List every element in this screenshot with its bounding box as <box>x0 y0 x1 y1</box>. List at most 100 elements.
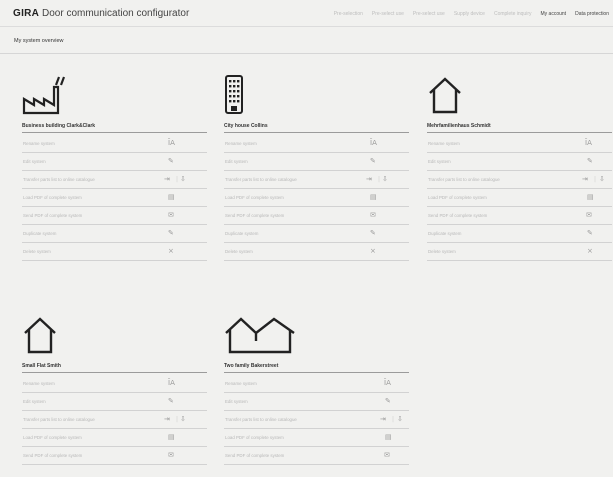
nav-item-pre-select-use-1[interactable]: Pre-select use <box>372 11 404 17</box>
edit-icon[interactable]: ✎ <box>587 157 593 165</box>
rename-system-row[interactable]: Rename system ĪA <box>224 375 409 393</box>
send-pdf-row[interactable]: Send PDF of complete system ✉ <box>22 447 207 465</box>
transfer-parts-row[interactable]: Transfer parts list to online catalogue ⇥… <box>22 411 207 429</box>
send-pdf-row[interactable]: Send PDF of complete system ✉ <box>224 207 409 225</box>
load-pdf-row[interactable]: Load PDF of complete system ▤ <box>224 189 409 207</box>
transfer-icon[interactable]: ⇥ <box>380 415 386 423</box>
action-label: Load PDF of complete system <box>225 195 284 200</box>
action-label: Send PDF of complete system <box>23 213 83 218</box>
action-label: Load PDF of complete system <box>428 195 487 200</box>
transfer-icon[interactable]: ⇥ <box>164 175 170 183</box>
delete-icon[interactable]: × <box>587 247 593 255</box>
nav-item-pre-select-use-2[interactable]: Pre-select use <box>413 11 445 17</box>
edit-icon[interactable]: ✎ <box>370 157 376 165</box>
rename-system-row[interactable]: Rename system ĪA <box>22 375 207 393</box>
action-label: Rename system <box>428 141 460 146</box>
delete-icon[interactable]: × <box>370 247 376 255</box>
delete-system-row[interactable]: Delete system × <box>22 243 207 261</box>
send-pdf-row[interactable]: Send PDF of complete system ✉ <box>427 207 612 225</box>
action-label: Send PDF of complete system <box>428 213 488 218</box>
pdf-icon[interactable]: ▤ <box>370 193 377 201</box>
email-icon[interactable]: ✉ <box>168 451 174 459</box>
pdf-icon[interactable]: ▤ <box>168 433 175 441</box>
rename-icon[interactable]: ĪA <box>585 139 592 147</box>
download-icon[interactable]: ⇩ <box>180 175 186 183</box>
edit-system-row[interactable]: Edit system ✎ <box>22 153 207 171</box>
delete-icon[interactable]: × <box>168 247 174 255</box>
transfer-icon[interactable]: ⇥ <box>582 175 588 183</box>
load-pdf-row[interactable]: Load PDF of complete system ▤ <box>22 189 207 207</box>
email-icon[interactable]: ✉ <box>586 211 592 219</box>
email-icon[interactable]: ✉ <box>370 211 376 219</box>
edit-icon[interactable]: ✎ <box>168 157 174 165</box>
duplicate-icon[interactable]: ✎ <box>168 229 174 237</box>
transfer-parts-row[interactable]: Transfer parts list to online catalogue ⇥… <box>224 411 409 429</box>
edit-system-row[interactable]: Edit system ✎ <box>427 153 612 171</box>
page-title: My system overview <box>14 38 64 44</box>
two-family-house-icon <box>225 317 295 354</box>
pdf-icon[interactable]: ▤ <box>385 433 392 441</box>
system-actions: Rename system ĪA Edit system ✎ Transfer pa… <box>427 135 612 261</box>
edit-system-row[interactable]: Edit system ✎ <box>224 153 409 171</box>
email-icon[interactable]: ✉ <box>384 451 390 459</box>
email-icon[interactable]: ✉ <box>168 211 174 219</box>
nav-item-my-account[interactable]: My account <box>541 11 567 17</box>
apartment-building-icon <box>225 75 243 114</box>
duplicate-icon[interactable]: ✎ <box>587 229 593 237</box>
download-icon[interactable]: ⇩ <box>382 175 388 183</box>
house-icon <box>429 77 461 114</box>
send-pdf-row[interactable]: Send PDF of complete system ✉ <box>22 207 207 225</box>
rename-icon[interactable]: ĪA <box>370 139 377 147</box>
duplicate-icon[interactable]: ✎ <box>370 229 376 237</box>
duplicate-system-row[interactable]: Duplicate system ✎ <box>224 225 409 243</box>
separator: | <box>176 416 179 423</box>
action-label: Rename system <box>225 141 257 146</box>
send-pdf-row[interactable]: Send PDF of complete system ✉ <box>224 447 409 465</box>
transfer-parts-row[interactable]: Transfer parts list to online catalogue ⇥… <box>224 171 409 189</box>
edit-icon[interactable]: ✎ <box>168 397 174 405</box>
action-label: Delete system <box>428 249 456 254</box>
action-label: Edit system <box>225 399 248 404</box>
nav-item-pre-selection[interactable]: Pre-selection <box>334 11 363 17</box>
pdf-icon[interactable]: ▤ <box>168 193 175 201</box>
nav-item-supply-device[interactable]: Supply device <box>454 11 485 17</box>
system-actions: Rename system ĪA Edit system ✎ Transfer pa… <box>22 135 207 261</box>
action-label: Delete system <box>225 249 253 254</box>
system-name: City house Collins <box>224 123 409 133</box>
app-title: Door communication configurator <box>41 8 190 19</box>
nav-item-complete-inquiry[interactable]: Complete inquiry <box>494 11 532 17</box>
nav-item-data-protection[interactable]: Data protection <box>575 11 609 17</box>
transfer-icon[interactable]: ⇥ <box>164 415 170 423</box>
action-label: Load PDF of complete system <box>23 435 82 440</box>
action-label: Duplicate system <box>23 231 57 236</box>
duplicate-system-row[interactable]: Duplicate system ✎ <box>22 225 207 243</box>
pdf-icon[interactable]: ▤ <box>587 193 594 201</box>
rename-icon[interactable]: ĪA <box>168 379 175 387</box>
rename-icon[interactable]: ĪA <box>168 139 175 147</box>
transfer-icon[interactable]: ⇥ <box>366 175 372 183</box>
action-label: Transfer parts list to online catalogue <box>23 417 95 422</box>
transfer-parts-row[interactable]: Transfer parts list to online catalogue ⇥… <box>22 171 207 189</box>
rename-icon[interactable]: ĪA <box>384 379 391 387</box>
duplicate-system-row[interactable]: Duplicate system ✎ <box>427 225 612 243</box>
separator: | <box>176 176 179 183</box>
download-icon[interactable]: ⇩ <box>180 415 186 423</box>
load-pdf-row[interactable]: Load PDF of complete system ▤ <box>427 189 612 207</box>
rename-system-row[interactable]: Rename system ĪA <box>427 135 612 153</box>
transfer-parts-row[interactable]: Transfer parts list to online catalogue ⇥… <box>427 171 612 189</box>
rename-system-row[interactable]: Rename system ĪA <box>22 135 207 153</box>
download-icon[interactable]: ⇩ <box>599 175 605 183</box>
download-icon[interactable]: ⇩ <box>397 415 403 423</box>
brand-logo: GIRA <box>13 8 40 19</box>
action-label: Rename system <box>23 381 55 386</box>
load-pdf-row[interactable]: Load PDF of complete system ▤ <box>224 429 409 447</box>
edit-system-row[interactable]: Edit system ✎ <box>22 393 207 411</box>
load-pdf-row[interactable]: Load PDF of complete system ▤ <box>22 429 207 447</box>
edit-icon[interactable]: ✎ <box>385 397 391 405</box>
delete-system-row[interactable]: Delete system × <box>427 243 612 261</box>
app-brand: GIRA Door communication configurator <box>13 8 189 19</box>
edit-system-row[interactable]: Edit system ✎ <box>224 393 409 411</box>
rename-system-row[interactable]: Rename system ĪA <box>224 135 409 153</box>
delete-system-row[interactable]: Delete system × <box>224 243 409 261</box>
action-label: Delete system <box>23 249 51 254</box>
